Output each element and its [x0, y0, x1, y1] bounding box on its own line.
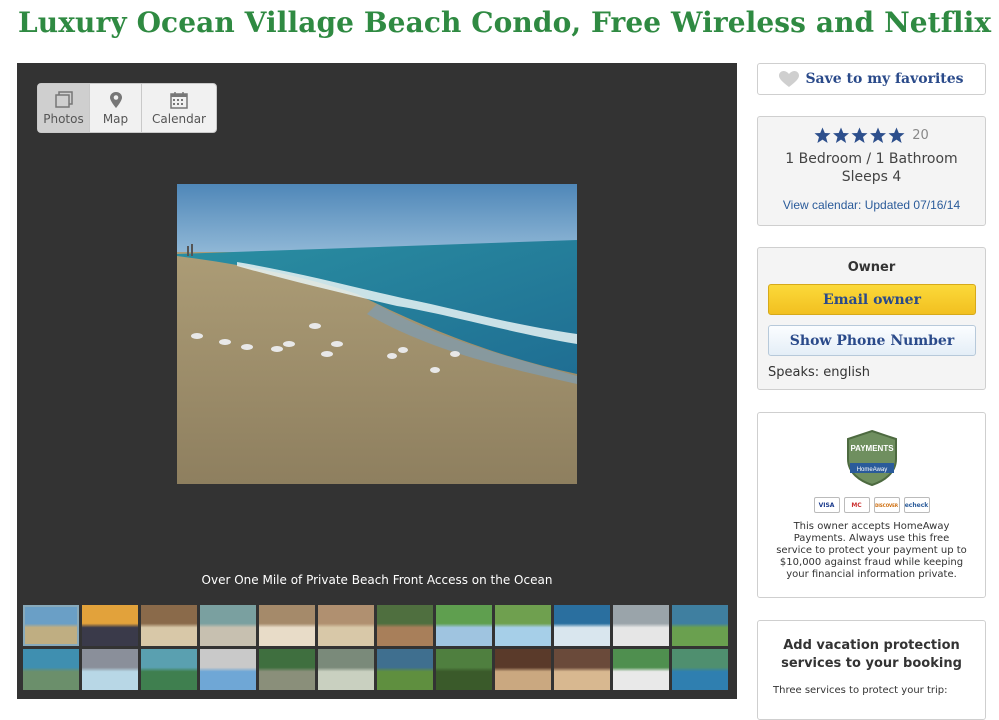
tab-photos[interactable]: Photos [38, 84, 90, 132]
discover-icon: DISCOVER [873, 497, 900, 513]
owner-header: Owner [847, 260, 896, 275]
gallery-thumbnail[interactable] [613, 649, 669, 690]
sleeps-text: Sleeps 4 [841, 169, 902, 185]
gallery-thumbnail[interactable] [23, 649, 79, 690]
summary-card: 20 1 Bedroom / 1 Bathroom Sleeps 4 View … [757, 116, 986, 226]
tab-map-label: Map [102, 111, 129, 126]
payments-shield-icon: PAYMENTS HomeAway [846, 429, 897, 487]
payments-badge-sub: HomeAway [856, 467, 887, 473]
protection-subtext: Three services to protect your trip: [773, 685, 948, 696]
gallery-thumbnail[interactable] [23, 605, 79, 646]
review-count[interactable]: 20 [912, 128, 929, 143]
gallery-thumbnail[interactable] [200, 605, 256, 646]
gallery-thumbnail[interactable] [318, 605, 374, 646]
gallery-thumbnail[interactable] [82, 605, 138, 646]
main-photo[interactable] [177, 184, 577, 484]
gallery-view-tabs: Photos Map Calendar [37, 83, 217, 133]
gallery-thumbnail[interactable] [554, 649, 610, 690]
gallery-thumbnail[interactable] [318, 649, 374, 690]
gallery-thumbnail[interactable] [554, 605, 610, 646]
protection-header: Add vacation protection services to your… [781, 638, 962, 671]
visa-icon: VISA [813, 497, 840, 513]
tab-calendar[interactable]: Calendar [142, 84, 216, 132]
payments-card: PAYMENTS HomeAway VISA MC DISCOVER echec… [757, 412, 986, 598]
map-pin-icon [109, 91, 122, 108]
echeck-icon: echeck [903, 497, 930, 513]
star-rating[interactable]: 20 [758, 127, 985, 144]
star-icon [814, 127, 905, 143]
gallery-thumbnail[interactable] [672, 605, 728, 646]
photos-icon [54, 90, 73, 108]
gallery-thumbnail[interactable] [672, 649, 728, 690]
bed-bath-text: 1 Bedroom / 1 Bathroom [785, 151, 958, 167]
speaks-text: Speaks: english [768, 365, 871, 380]
gallery-thumbnail[interactable] [141, 649, 197, 690]
show-phone-button[interactable]: Show Phone Number [768, 325, 976, 356]
heart-icon [779, 70, 800, 87]
gallery-thumbnail[interactable] [377, 605, 433, 646]
view-calendar-link[interactable]: View calendar: Updated 07/16/14 [758, 198, 985, 212]
gallery-thumbnail[interactable] [495, 605, 551, 646]
photo-caption: Over One Mile of Private Beach Front Acc… [201, 573, 553, 587]
gallery-thumbnail[interactable] [259, 605, 315, 646]
gallery-thumbnail[interactable] [495, 649, 551, 690]
gallery-thumbnail[interactable] [259, 649, 315, 690]
gallery-thumbnail[interactable] [82, 649, 138, 690]
tab-photos-label: Photos [43, 111, 84, 126]
gallery-thumbnail[interactable] [377, 649, 433, 690]
gallery-thumbnail[interactable] [200, 649, 256, 690]
gallery-thumbnail[interactable] [436, 649, 492, 690]
payments-badge-title: PAYMENTS [850, 444, 894, 453]
save-favorites-label: Save to my favorites [805, 71, 964, 87]
tab-calendar-label: Calendar [152, 111, 206, 126]
gallery-thumbnail[interactable] [141, 605, 197, 646]
photo-gallery: Photos Map Calendar Over One Mile of Pri… [17, 63, 737, 699]
protection-card: Add vacation protection services to your… [757, 620, 986, 720]
mastercard-icon: MC [843, 497, 870, 513]
listing-title: Luxury Ocean Village Beach Condo, Free W… [18, 6, 992, 39]
payments-text: This owner accepts HomeAway Payments. Al… [776, 521, 967, 580]
email-owner-button[interactable]: Email owner [768, 284, 976, 315]
owner-card: Owner Email owner Show Phone Number Spea… [757, 247, 986, 390]
accepted-cards: VISA MC DISCOVER echeck [758, 497, 985, 513]
gallery-thumbnail[interactable] [436, 605, 492, 646]
calendar-icon [170, 91, 188, 109]
gallery-thumbnail[interactable] [613, 605, 669, 646]
tab-map[interactable]: Map [90, 84, 142, 132]
save-favorites-button[interactable]: Save to my favorites [757, 63, 986, 95]
